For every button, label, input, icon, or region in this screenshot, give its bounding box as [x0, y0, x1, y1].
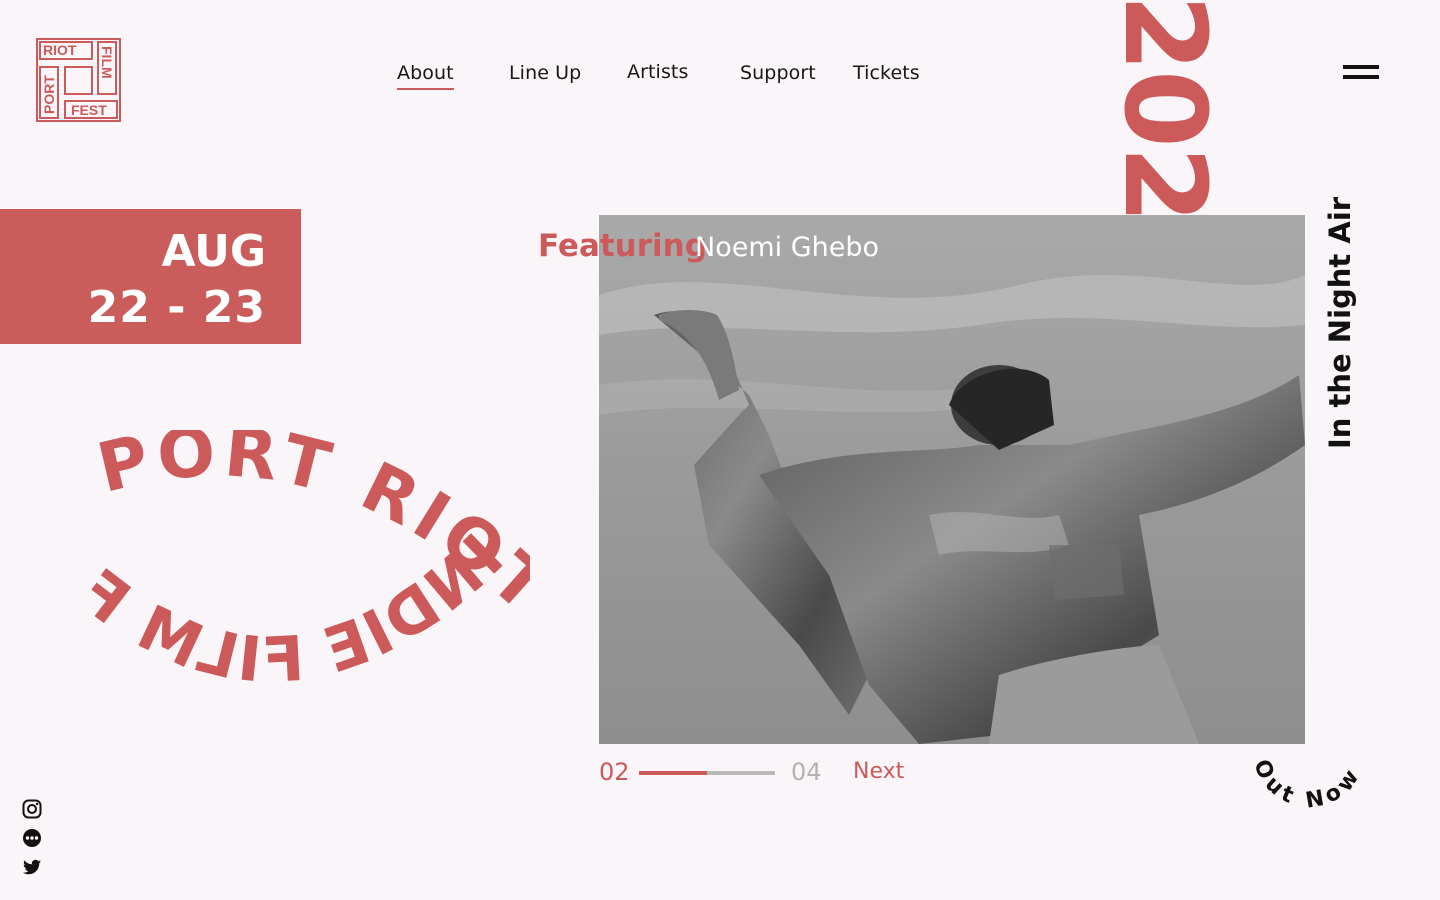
pager-progress-fill: [639, 771, 707, 775]
instagram-icon[interactable]: [22, 799, 44, 821]
logo-word-port: PORT: [41, 75, 57, 114]
nav-about[interactable]: About: [397, 62, 454, 90]
badge-text-bottom: Out Now: [1248, 756, 1362, 810]
svg-text:Out Now: Out Now: [1248, 756, 1367, 810]
port-riot-film-fest-logo-icon: RIOT FILM FEST PORT: [36, 38, 121, 122]
year-label-wrapper: 2021: [1122, 0, 1212, 232]
festival-ring-graphic: PORT RIOT INDIE FILM FEST: [40, 430, 530, 730]
next-slide-button[interactable]: Next: [853, 759, 904, 784]
featured-artist-photo: [599, 215, 1305, 744]
menu-line-bottom: [1343, 75, 1379, 79]
social-links: [22, 799, 44, 886]
event-month: AUG: [161, 226, 266, 277]
nav-artists[interactable]: Artists: [627, 61, 689, 83]
event-date-block: AUG 22 - 23: [0, 209, 301, 344]
festival-logo[interactable]: RIOT FILM FEST PORT: [36, 38, 121, 122]
featured-artist-name[interactable]: Noemi Ghebo: [695, 232, 879, 263]
nav-tickets[interactable]: Tickets: [853, 62, 920, 84]
event-days: 22 - 23: [87, 282, 266, 333]
nav-line-up[interactable]: Line Up: [509, 62, 581, 84]
hamburger-menu-icon[interactable]: [1343, 65, 1379, 85]
featuring-label: Featuring: [538, 228, 707, 264]
nav-support[interactable]: Support: [740, 62, 816, 84]
pager-total: 04: [791, 758, 822, 786]
feature-tagline: In the Night Air: [1323, 196, 1357, 449]
year-label: 2021: [1122, 0, 1212, 232]
twitter-icon[interactable]: [22, 857, 44, 879]
slide-pager: 02 04 Next: [599, 758, 929, 788]
logo-word-fest: FEST: [71, 102, 107, 118]
pager-progress-track: [639, 771, 775, 775]
pager-current: 02: [599, 758, 630, 786]
logo-word-riot: RIOT: [43, 42, 77, 58]
more-dots-icon[interactable]: [22, 828, 44, 850]
logo-word-film: FILM: [99, 46, 115, 79]
menu-line-top: [1343, 65, 1379, 69]
